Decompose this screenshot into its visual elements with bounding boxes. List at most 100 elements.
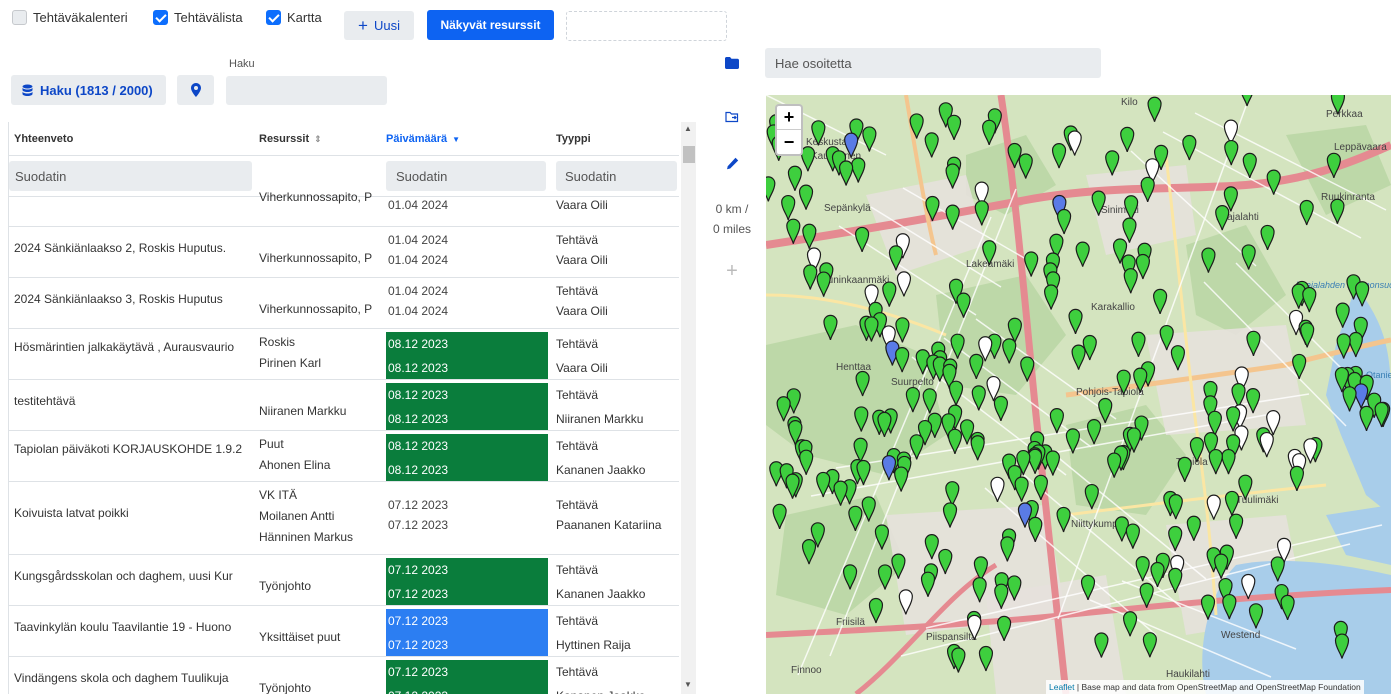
cell-resources: Yksittäiset puut <box>259 627 384 648</box>
filter-type-input[interactable]: Suodatin <box>556 161 677 191</box>
cell-date: 01.04 2024 01.04 2024 <box>386 281 548 329</box>
add-point-button[interactable]: + <box>720 259 744 283</box>
checkbox-label: Tehtäväkalenteri <box>33 10 128 25</box>
date-value: 01.04 2024 <box>388 198 449 212</box>
header-type[interactable]: Tyyppi <box>556 122 591 156</box>
date-value: 01.04 2024 <box>388 284 449 298</box>
cell-resources: Työnjohto <box>259 576 384 597</box>
cell-type: Tehtävä Kananen Jaakko <box>556 434 677 482</box>
table-scrollbar[interactable]: ▲ ▼ <box>681 122 696 694</box>
table-row[interactable]: 2024 Sänkiänlaakso 2, Roskis Huputus. Vih… <box>9 227 679 278</box>
header-resources[interactable]: Resurssit ⇕ <box>259 122 322 156</box>
resource-name: Ahonen Elina <box>259 458 331 472</box>
resource-name: Viherkunnossapito, P <box>259 190 373 204</box>
date-value: 01.04 2024 <box>388 304 449 318</box>
drop-zone[interactable] <box>566 11 727 41</box>
filter-summary-input[interactable]: Suodatin <box>9 161 252 191</box>
map-place-label: Tuulimäki <box>1236 495 1278 506</box>
cell-summary: 2024 Sänkiänlaakso 2, Roskis Huputus. <box>14 241 227 255</box>
table-row[interactable]: Hösmärintien jalkakäytävä , Aurausvaurio… <box>9 329 679 380</box>
cell-resources: Viherkunnossapito, P <box>259 187 384 208</box>
map-place-label: Pohjois-Tapiola <box>1076 387 1144 398</box>
checkbox-box[interactable] <box>266 10 281 25</box>
date-value: 07.12 2023 <box>388 518 449 532</box>
checkbox-task-list[interactable]: Tehtävälista <box>153 10 243 25</box>
type-value: Paananen Katariina <box>556 518 662 532</box>
type-value: Niiranen Markku <box>556 412 644 426</box>
date-value: 08.12 2023 <box>388 337 449 351</box>
cell-type: Tehtävä Paananen Katariina <box>556 495 677 535</box>
scroll-up-icon[interactable]: ▲ <box>684 124 692 133</box>
cell-date: 07.12 2023 07.12 2023 <box>386 558 548 606</box>
cell-resources: Niiranen Markku <box>259 401 384 422</box>
date-value: 01.04 2024 <box>388 233 449 247</box>
new-button-label: Uusi <box>373 18 400 33</box>
folder-button[interactable] <box>720 51 744 75</box>
map-canvas[interactable]: KeskustaKauniainenSepänkyläKuninkaanmäki… <box>766 95 1391 694</box>
type-value: Tehtävä <box>556 563 599 577</box>
checkbox-box[interactable] <box>153 10 168 25</box>
table-row[interactable]: testitehtävä Niiranen Markku 08.12 2023 08.… <box>9 380 679 431</box>
type-value: Tehtävä <box>556 233 599 247</box>
table-row[interactable]: Viherkunnossapito, P 01.04 2024 Vaara Oili <box>9 190 679 227</box>
table-row[interactable]: Kungsgårdsskolan och daghem, uusi Kur Työ… <box>9 555 679 606</box>
leaflet-link[interactable]: Leaflet <box>1049 682 1075 692</box>
scroll-thumb[interactable] <box>683 146 695 163</box>
map-view[interactable]: KeskustaKauniainenSepänkyläKuninkaanmäki… <box>766 95 1391 694</box>
resource-name: Viherkunnossapito, P <box>259 251 373 265</box>
new-button[interactable]: + Uusi <box>344 11 414 40</box>
date-value: 07.12 2023 <box>388 498 449 512</box>
attribution-text: | Base map and data from OpenStreetMap a… <box>1074 682 1361 692</box>
cell-date: 01.04 2024 <box>386 195 548 219</box>
date-value: 07.12 2023 <box>388 684 548 694</box>
type-value: Kananen Jaakko <box>556 587 646 601</box>
search-input[interactable] <box>226 76 387 105</box>
cell-summary: Koivuista latvat poikki <box>14 506 129 520</box>
type-value: Vaara Oili <box>556 253 608 267</box>
type-value: Kananen Jaakko <box>556 463 646 477</box>
cell-summary: Vindängens skola och daghem Tuulikuja <box>14 671 229 685</box>
resource-name: Työnjohto <box>259 579 312 593</box>
map-place-label: Finnoo <box>791 665 822 676</box>
resource-name: Roskis <box>259 335 296 349</box>
sort-desc-icon: ▼ <box>452 134 461 144</box>
filter-date-input[interactable]: Suodatin <box>386 161 546 191</box>
zoom-control[interactable]: + − <box>775 104 803 156</box>
type-value: Tehtävä <box>556 614 599 628</box>
resource-name: Niiranen Markku <box>259 404 347 418</box>
checkbox-task-calendar[interactable]: Tehtäväkalenteri <box>12 10 128 25</box>
cell-resources: Roskis Pirinen Karl <box>259 332 384 374</box>
header-summary[interactable]: Yhteenveto <box>14 122 73 156</box>
map-pin-icon <box>190 83 201 97</box>
checkbox-box[interactable] <box>12 10 27 25</box>
search-button[interactable]: Haku (1813 / 2000) <box>11 75 166 105</box>
header-date[interactable]: Päivämäärä ▼ <box>386 122 460 156</box>
table-row[interactable]: Koivuista latvat poikki VK ITÄ Moilanen An… <box>9 482 679 555</box>
cell-date: 08.12 2023 08.12 2023 <box>386 332 548 380</box>
table-row[interactable]: Tapiolan päiväkoti KORJAUSKOHDE 1.9.2 Puu… <box>9 431 679 482</box>
cell-type: Tehtävä Niiranen Markku <box>556 383 677 431</box>
resource-name: Hänninen Markus <box>259 530 354 544</box>
map-place-label: Friisilä <box>836 617 865 628</box>
table-row[interactable]: 2024 Sänkiänlaakso 3, Roskis Huputus Vihe… <box>9 278 679 329</box>
folder-export-button[interactable] <box>720 105 744 129</box>
scroll-down-icon[interactable]: ▼ <box>684 680 692 689</box>
checkbox-map[interactable]: Kartta <box>266 10 322 25</box>
distance-km: 0 km / <box>715 202 749 216</box>
resource-name: Yksittäiset puut <box>259 630 341 644</box>
search-button-label: Haku (1813 / 2000) <box>40 82 153 98</box>
table-row[interactable]: Vindängens skola och daghem Tuulikuja Työ… <box>9 657 679 694</box>
location-button[interactable] <box>177 75 214 105</box>
visible-resources-button[interactable]: Näkyvät resurssit <box>427 10 554 40</box>
map-place-label: Westend <box>1221 630 1260 641</box>
cell-resources: Työnjohto <box>259 678 384 694</box>
draw-button[interactable] <box>720 151 744 175</box>
address-search-input[interactable]: Hae osoitetta <box>765 48 1101 78</box>
cell-type: Tehtävä Vaara Oili <box>556 281 677 321</box>
date-value: 08.12 2023 <box>388 388 449 402</box>
header-date-label: Päivämäärä <box>386 133 448 145</box>
zoom-in-button[interactable]: + <box>777 106 801 130</box>
table-row[interactable]: Taavinkylän koulu Taavilantie 19 - Huono… <box>9 606 679 657</box>
zoom-out-button[interactable]: − <box>777 130 801 154</box>
cell-date: 07.12 2023 07.12 2023 <box>386 660 548 694</box>
